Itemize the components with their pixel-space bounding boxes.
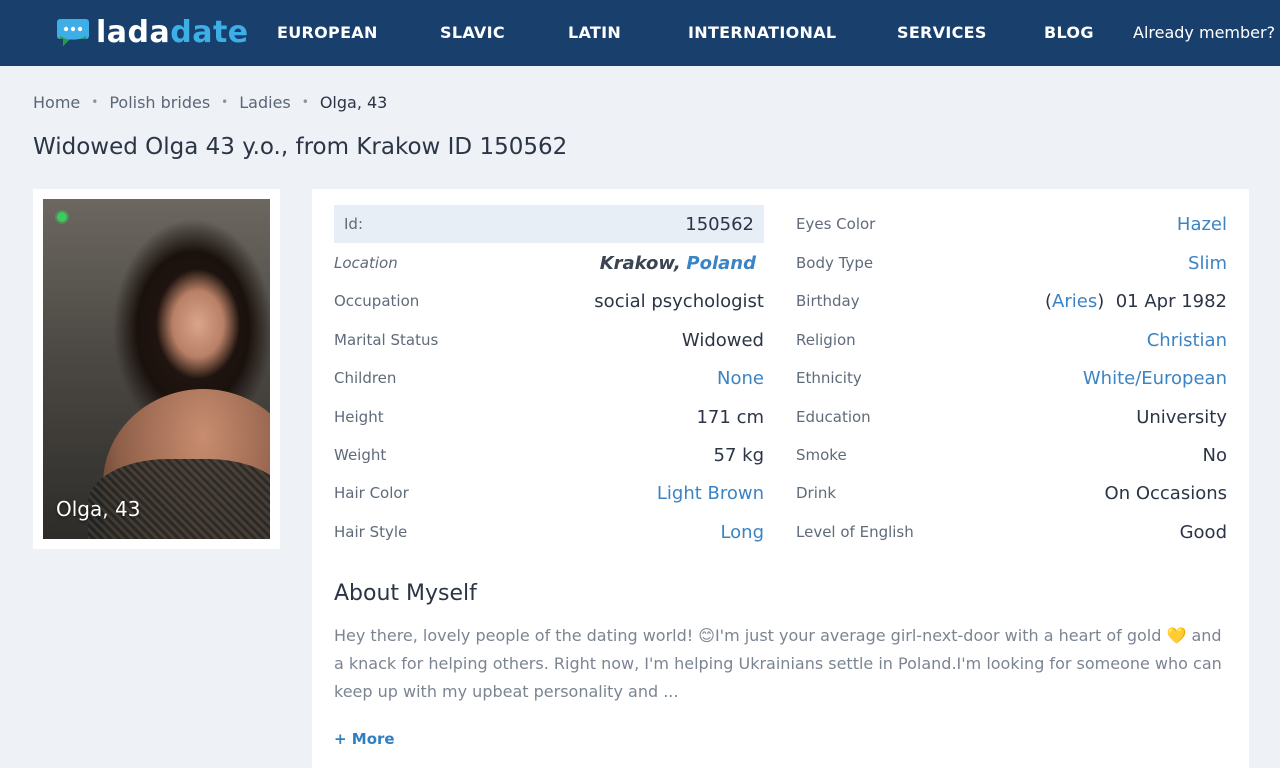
field-hair-color: Hair Color Light Brown xyxy=(334,474,764,512)
nav-blog[interactable]: BLOG xyxy=(1044,0,1094,66)
nav-european[interactable]: EUROPEAN xyxy=(277,0,378,66)
profile-photo[interactable]: Olga, 43 xyxy=(43,199,270,539)
field-marital-status: Marital Status Widowed xyxy=(334,321,764,359)
field-children: Children None xyxy=(334,359,764,397)
hair-color-link[interactable]: Light Brown xyxy=(657,483,764,504)
field-value: Good xyxy=(1179,521,1227,543)
field-birthday: Birthday (Aries) 01 Apr 1982 xyxy=(796,282,1227,320)
field-label: Id: xyxy=(344,215,363,233)
field-value: University xyxy=(1136,406,1227,428)
location-city: Krakow, xyxy=(599,252,681,274)
field-value: On Occasions xyxy=(1104,482,1227,504)
nav-international[interactable]: INTERNATIONAL xyxy=(688,0,836,66)
field-education: Education University xyxy=(796,398,1227,436)
field-height: Height 171 cm xyxy=(334,398,764,436)
breadcrumb: Home • Polish brides • Ladies • Olga, 43 xyxy=(33,90,387,114)
breadcrumb-polish-brides[interactable]: Polish brides xyxy=(109,93,210,112)
field-label: Body Type xyxy=(796,254,874,272)
field-value: 171 cm xyxy=(696,406,764,428)
breadcrumb-separator: • xyxy=(91,95,99,109)
zodiac-link[interactable]: Aries xyxy=(1052,291,1097,312)
field-id: Id: 150562 xyxy=(334,205,764,243)
field-value: 57 kg xyxy=(713,444,764,466)
field-label: Ethnicity xyxy=(796,369,862,387)
field-value: Widowed xyxy=(681,329,764,351)
paren-close: ) xyxy=(1097,290,1105,312)
field-drink: Drink On Occasions xyxy=(796,474,1227,512)
field-value: Krakow, Poland xyxy=(600,253,756,274)
location-country-link[interactable]: Poland xyxy=(686,253,756,274)
field-label: Eyes Color xyxy=(796,215,876,233)
body-type-link[interactable]: Slim xyxy=(1188,253,1227,274)
about-title: About Myself xyxy=(334,581,477,606)
paren-open: ( xyxy=(1045,290,1053,312)
field-value: No xyxy=(1202,444,1227,466)
ethnicity-link[interactable]: White/European xyxy=(1083,368,1227,389)
about-text: Hey there, lovely people of the dating w… xyxy=(334,626,1222,701)
field-label: Hair Color xyxy=(334,484,409,502)
field-label: Birthday xyxy=(796,292,860,310)
breadcrumb-current: Olga, 43 xyxy=(319,92,388,112)
already-member-link[interactable]: Already member? xyxy=(1133,0,1275,66)
field-ethnicity: Ethnicity White/European xyxy=(796,359,1227,397)
field-label: Religion xyxy=(796,331,856,349)
nav-services[interactable]: SERVICES xyxy=(897,0,987,66)
field-body-type: Body Type Slim xyxy=(796,244,1227,282)
field-label: Marital Status xyxy=(334,331,439,349)
field-value: social psychologist xyxy=(594,290,764,312)
logo-text: ladadate xyxy=(96,15,249,50)
field-label: Height xyxy=(334,408,384,426)
breadcrumb-ladies[interactable]: Ladies xyxy=(239,93,291,112)
field-label: Occupation xyxy=(334,292,420,310)
nav-slavic[interactable]: SLAVIC xyxy=(440,0,505,66)
profile-photo-card: Olga, 43 xyxy=(33,189,280,549)
breadcrumb-home[interactable]: Home xyxy=(33,93,80,112)
photo-caption: Olga, 43 xyxy=(56,497,141,521)
breadcrumb-separator: • xyxy=(221,95,229,109)
field-label: Drink xyxy=(796,484,837,502)
field-weight: Weight 57 kg xyxy=(334,436,764,474)
religion-link[interactable]: Christian xyxy=(1147,330,1227,351)
field-location: Location Krakow, Poland xyxy=(334,244,764,282)
field-label: Children xyxy=(334,369,397,387)
field-value: (Aries) 01 Apr 1982 xyxy=(1045,291,1227,312)
field-label: Location xyxy=(334,254,398,272)
field-occupation: Occupation social psychologist xyxy=(334,282,764,320)
field-hair-style: Hair Style Long xyxy=(334,513,764,551)
field-label: Level of English xyxy=(796,523,914,541)
breadcrumb-separator: • xyxy=(301,95,309,109)
field-religion: Religion Christian xyxy=(796,321,1227,359)
page-title: Widowed Olga 43 y.o., from Krakow ID 150… xyxy=(33,134,568,160)
chat-bubble-icon xyxy=(57,19,89,46)
field-eyes-color: Eyes Color Hazel xyxy=(796,205,1227,243)
birth-date: 01 Apr 1982 xyxy=(1115,290,1227,312)
online-status-icon xyxy=(57,212,67,222)
site-logo[interactable]: ladadate xyxy=(56,14,249,52)
more-link[interactable]: + More xyxy=(334,730,395,748)
eyes-color-link[interactable]: Hazel xyxy=(1177,214,1227,235)
site-header: ladadate EUROPEAN SLAVIC LATIN INTERNATI… xyxy=(0,0,1280,66)
field-value: 150562 xyxy=(685,213,754,235)
field-label: Weight xyxy=(334,446,387,464)
hair-style-link[interactable]: Long xyxy=(720,522,764,543)
children-link[interactable]: None xyxy=(717,368,764,389)
nav-latin[interactable]: LATIN xyxy=(568,0,621,66)
field-label: Hair Style xyxy=(334,523,408,541)
field-smoke: Smoke No xyxy=(796,436,1227,474)
field-label: Education xyxy=(796,408,871,426)
field-level-of-english: Level of English Good xyxy=(796,513,1227,551)
field-label: Smoke xyxy=(796,446,847,464)
profile-info-panel: Id: 150562 Location Krakow, Poland Occup… xyxy=(312,189,1249,768)
